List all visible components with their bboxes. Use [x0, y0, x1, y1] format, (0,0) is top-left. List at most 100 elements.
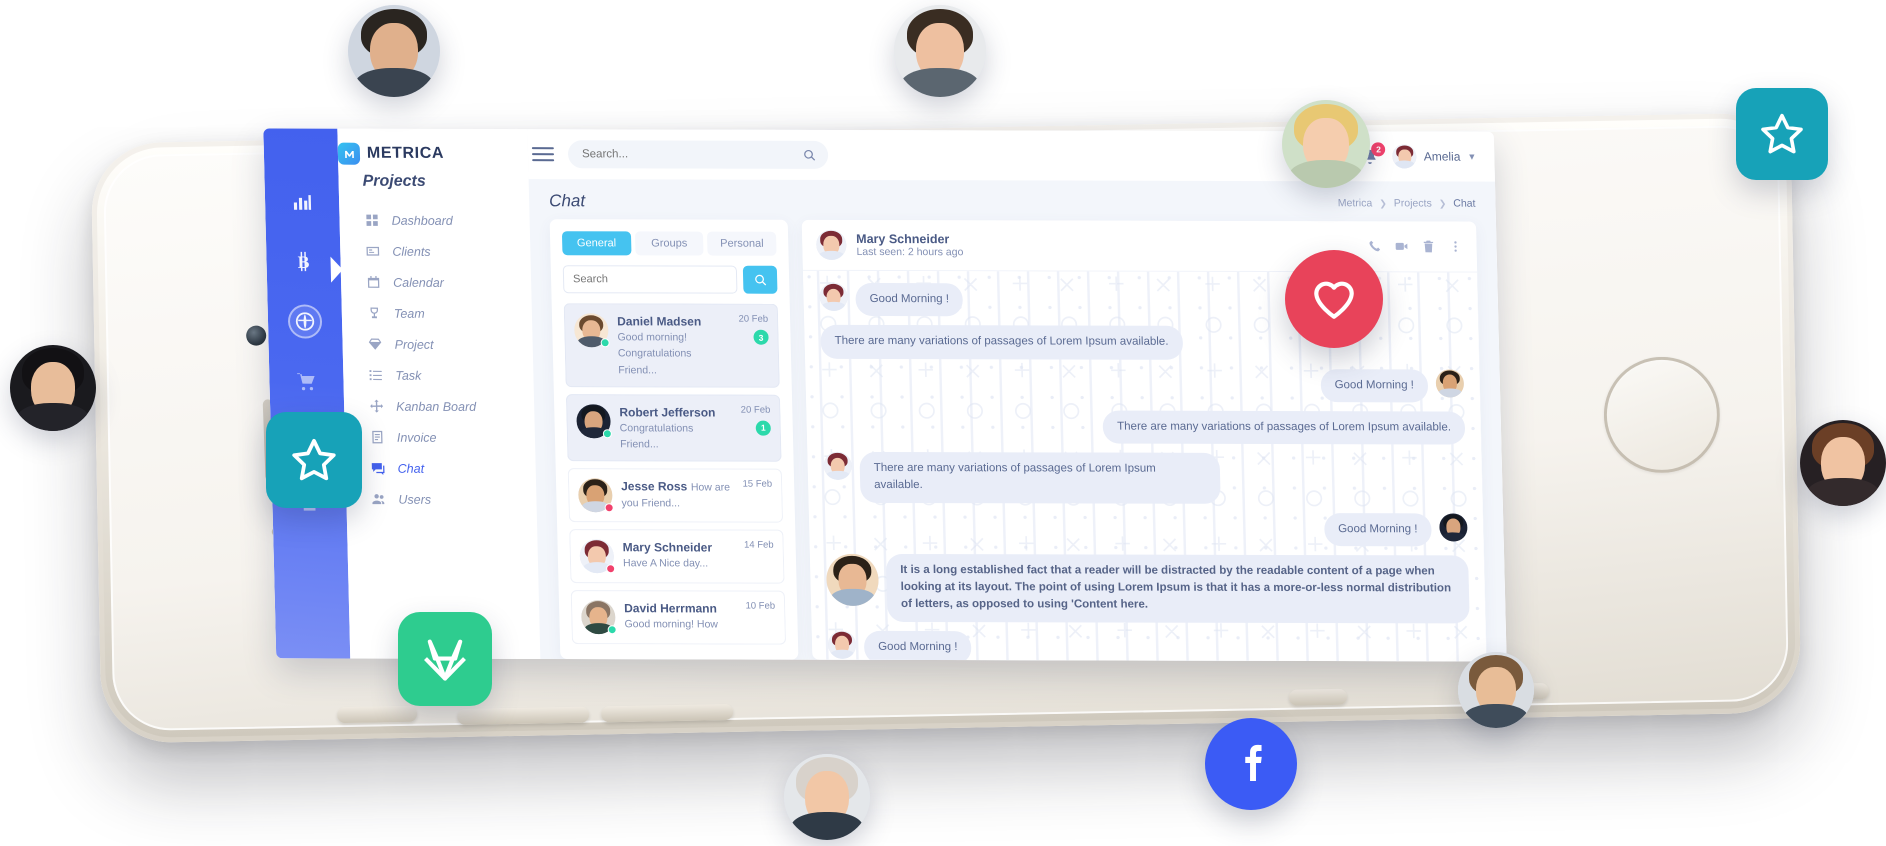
trash-icon[interactable] [1421, 240, 1435, 254]
message-preview: Have A Nice day... [622, 557, 709, 570]
list-item[interactable]: David Herrmann Good morning! How 10 Feb [570, 590, 787, 645]
sidebar-item-kanban-board[interactable]: Kanban Board [344, 391, 535, 422]
contact-name: Robert Jefferson [619, 405, 716, 420]
facebook-badge[interactable] [1205, 718, 1297, 810]
header-spacer [842, 155, 1348, 156]
home-button[interactable] [1603, 356, 1720, 473]
unread-badge: 3 [753, 329, 769, 345]
power-button[interactable] [1288, 688, 1348, 706]
star-icon [292, 438, 336, 481]
chat-search-input[interactable] [562, 265, 738, 294]
video-camera-icon[interactable] [1394, 240, 1408, 254]
sidebar-item-chat[interactable]: Chat [345, 453, 536, 484]
list-item-meta: 20 Feb 3 [738, 314, 769, 345]
chat-search-button[interactable] [742, 265, 778, 294]
conversation-last-seen: Last seen: 2 hours ago [856, 246, 964, 259]
phone-icon[interactable] [1367, 240, 1381, 254]
tab-groups[interactable]: Groups [634, 231, 704, 256]
m-logo-icon [337, 142, 361, 165]
breadcrumb-item[interactable]: Projects [1394, 198, 1432, 210]
list-item-body: Robert Jefferson Congratulations Friend.… [619, 404, 733, 452]
grid-icon [363, 212, 380, 229]
search-input[interactable] [579, 147, 771, 162]
message-row: There are many variations of passages of… [823, 452, 1466, 504]
avatar-male-2 [894, 5, 986, 97]
list-item[interactable]: Jesse Ross How are you Friend... 15 Feb [567, 468, 784, 523]
notification-count-badge: 2 [1371, 141, 1386, 156]
sidebar-item-dashboard[interactable]: Dashboard [339, 205, 530, 236]
avatar-female-blonde [1282, 100, 1370, 188]
tab-general[interactable]: General [561, 231, 632, 256]
avatar [1439, 513, 1468, 542]
sidebar-item-label: Dashboard [391, 213, 453, 228]
heart-badge[interactable] [1285, 250, 1383, 348]
sidebar-item-users[interactable]: Users [346, 484, 537, 515]
chat-list-panel: General Groups Personal Search Daniel Ma… [549, 219, 799, 660]
conversation-panel: Mary Schneider Last seen: 2 hours ago Go… [801, 220, 1487, 662]
sidebar-item-invoice[interactable]: Invoice [344, 422, 535, 453]
sidebar-item-clients[interactable]: Clients [340, 236, 531, 267]
contact-name: David Herrmann [623, 601, 718, 616]
avatar [1392, 144, 1418, 169]
message-bubble: Good Morning ! [863, 630, 972, 662]
gitlab-tile[interactable] [398, 612, 492, 706]
avatar-wrap [577, 478, 614, 513]
message-preview: Congratulations Friend... [619, 421, 694, 451]
contact-name: Daniel Madsen [616, 314, 702, 329]
sidebar-item-team[interactable]: Team [341, 298, 532, 329]
hamburger-icon[interactable] [531, 146, 555, 162]
move-icon [368, 398, 385, 415]
heart-icon [1314, 281, 1354, 319]
svg-text:B: B [298, 252, 310, 272]
avatar-female-brunette [1800, 420, 1886, 506]
sidebar-item-task[interactable]: Task [343, 360, 534, 391]
avatar-male-beard [1458, 652, 1534, 728]
chevron-right-icon: ❯ [1379, 198, 1387, 209]
chevron-down-icon[interactable]: ▼ [1467, 152, 1476, 162]
sidebar-item-label: Kanban Board [395, 399, 477, 414]
brand-logo[interactable]: METRICA [337, 142, 515, 165]
list-item[interactable]: Daniel Madsen Good morning! Congratulati… [563, 303, 780, 388]
list-item[interactable]: Robert Jefferson Congratulations Friend.… [565, 393, 782, 462]
breadcrumb: Metrica ❯ Projects ❯ Chat [1338, 197, 1476, 209]
status-dot-offline [606, 564, 616, 574]
avatar [823, 452, 853, 481]
volume-up-button[interactable] [457, 706, 590, 726]
list-item[interactable]: Mary Schneider Have A Nice day... 14 Feb [569, 529, 785, 584]
message-row: Good Morning ! [827, 630, 1471, 662]
device-side-button[interactable] [337, 705, 418, 724]
sidebar-active-notch [330, 256, 344, 283]
page-title: Chat [548, 191, 586, 211]
tab-personal[interactable]: Personal [707, 231, 777, 256]
sidebar-item-label: Clients [392, 244, 431, 259]
sidebar-menu: Projects Dashboard Clients Calendar Team [330, 128, 541, 660]
more-vertical-icon[interactable] [1448, 240, 1462, 254]
unread-badge: 1 [755, 420, 771, 436]
cart-icon[interactable] [291, 366, 322, 396]
globe-icon[interactable] [289, 306, 321, 337]
message-preview: Good morning! Congratulations Friend... [617, 331, 692, 376]
user-menu[interactable]: Amelia ▼ [1392, 144, 1476, 169]
contact-name: Jesse Ross [620, 479, 688, 494]
list-item-meta: 10 Feb [745, 601, 775, 612]
volume-down-button[interactable] [601, 703, 734, 723]
sidebar-item-label: Chat [397, 461, 425, 476]
message-row: It is a long established fact that a rea… [825, 553, 1470, 624]
bar-chart-icon[interactable] [287, 187, 318, 217]
avatar-wrap [576, 403, 612, 438]
avatar [825, 553, 880, 606]
bitcoin-icon[interactable]: B [288, 246, 319, 276]
sidebar-item-project[interactable]: Project [342, 329, 533, 360]
list-item-body: Mary Schneider Have A Nice day... [622, 539, 735, 570]
global-search[interactable] [567, 140, 829, 170]
star-tile-left[interactable] [266, 412, 362, 508]
phone-screen: B Projects Dashboard Clients Calendar Te… [263, 128, 1507, 662]
search-icon [754, 274, 766, 286]
sidebar-item-calendar[interactable]: Calendar [341, 267, 532, 298]
avatar-female-short-hair [784, 754, 870, 840]
star-tile-top-right[interactable] [1736, 88, 1828, 180]
search-icon[interactable] [803, 148, 816, 161]
sidebar-item-label: Project [394, 337, 434, 352]
breadcrumb-item[interactable]: Metrica [1338, 197, 1373, 209]
calendar-icon [365, 274, 382, 291]
